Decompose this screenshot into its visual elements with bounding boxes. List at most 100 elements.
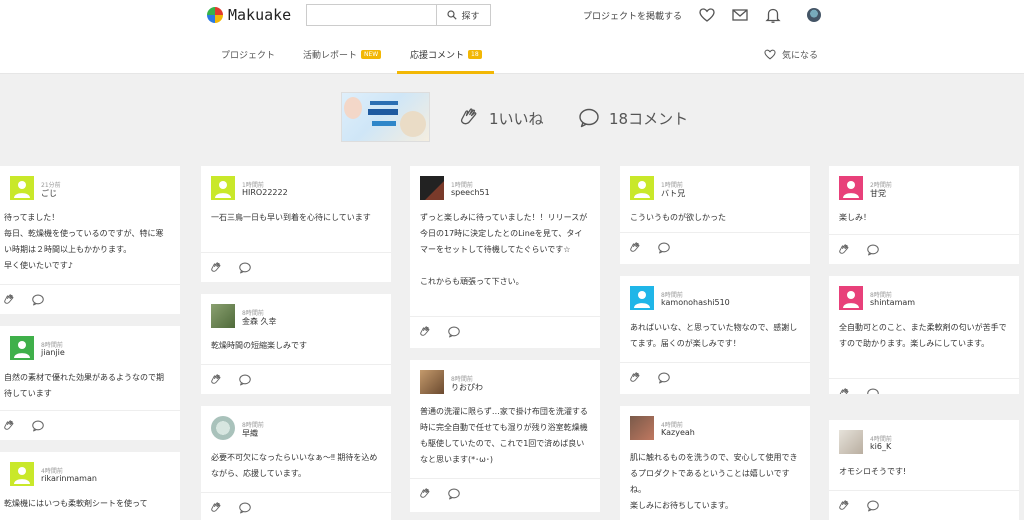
commenter-name[interactable]: ki6_K xyxy=(870,442,891,451)
comment-actions xyxy=(209,260,252,279)
comment-text: 肌に触れるものを洗うので、安心して使用できるプロダクトであるということは嬉しいで… xyxy=(630,453,798,510)
clap-icon[interactable] xyxy=(209,500,223,519)
comment-text: ずっと楽しみに待っていました！！リリースが今日の17時に決定したとのLineを見… xyxy=(420,213,588,286)
commenter-name[interactable]: HIRO22222 xyxy=(242,188,288,197)
commenter-name[interactable]: 金森 久幸 xyxy=(242,316,277,327)
card-divider xyxy=(201,364,391,365)
thumb-face-shape xyxy=(344,97,362,119)
commenter-avatar[interactable] xyxy=(630,176,654,200)
clap-icon[interactable] xyxy=(837,242,851,261)
reply-icon[interactable] xyxy=(238,260,252,279)
clap-icon[interactable] xyxy=(837,498,851,517)
commenter-avatar[interactable] xyxy=(839,286,863,310)
commenter-name[interactable]: バト兄 xyxy=(661,188,685,199)
post-project-link[interactable]: プロジェクトを掲載する xyxy=(583,9,682,22)
reply-icon[interactable] xyxy=(866,498,880,517)
comment-bubble-icon xyxy=(579,108,599,128)
reply-icon[interactable] xyxy=(657,370,671,389)
clap-icon[interactable] xyxy=(418,324,432,343)
like-count-label: 1いいね xyxy=(489,109,544,128)
comment-actions xyxy=(628,370,671,389)
mail-icon[interactable] xyxy=(731,6,749,24)
search-button[interactable]: 探す xyxy=(436,5,490,25)
commenter-name[interactable]: kamonohashi510 xyxy=(661,298,730,307)
reply-icon[interactable] xyxy=(31,292,45,311)
tab-activity-report[interactable]: 活動レポート NEW xyxy=(303,48,382,61)
search-icon xyxy=(447,10,458,20)
favorite-button[interactable]: 気になる xyxy=(763,48,818,61)
commenter-avatar[interactable] xyxy=(420,370,444,394)
heart-icon[interactable] xyxy=(698,6,716,24)
card-divider xyxy=(0,410,180,411)
reply-icon[interactable] xyxy=(447,324,461,343)
clap-icon[interactable] xyxy=(209,372,223,391)
user-avatar[interactable] xyxy=(807,8,821,22)
commenter-avatar[interactable] xyxy=(10,336,34,360)
logo-mark-icon xyxy=(207,7,223,23)
clap-icon[interactable] xyxy=(628,240,642,259)
clap-icon[interactable] xyxy=(628,370,642,389)
commenter-avatar[interactable] xyxy=(211,304,235,328)
bell-icon[interactable] xyxy=(764,6,782,24)
commenter-name[interactable]: 早織 xyxy=(242,428,258,439)
search-input[interactable] xyxy=(307,5,436,25)
clap-icon[interactable] xyxy=(418,486,432,505)
commenter-name[interactable]: speech51 xyxy=(451,188,490,197)
like-count[interactable]: 1いいね xyxy=(457,106,544,130)
comment-count-label: 18コメント xyxy=(609,109,689,128)
tab-label: 応援コメント xyxy=(410,51,465,61)
commenter-name[interactable]: りおぴわ xyxy=(451,382,483,393)
commenter-avatar[interactable] xyxy=(10,176,34,200)
clap-icon[interactable] xyxy=(2,418,16,437)
commenter-avatar[interactable] xyxy=(630,286,654,310)
user-silhouette-icon xyxy=(215,181,231,198)
reply-icon[interactable] xyxy=(238,500,252,519)
comment-card: 21分前 ごじ 待ってました！ 毎日、乾燥機を使っているのですが、特に寒い時期は２時… xyxy=(0,166,180,314)
reply-icon[interactable] xyxy=(657,240,671,259)
tab-project[interactable]: プロジェクト xyxy=(221,48,275,61)
comment-card: 8時間前 りおぴわ 普通の洗濯に限らず…家で掛け布団を洗濯する時に完全自動で任せても… xyxy=(410,360,600,512)
commenter-avatar[interactable] xyxy=(420,176,444,200)
commenter-name[interactable]: ごじ xyxy=(41,188,57,199)
comment-text: 必要不可欠になったらいいなぁ〜‼ 期待を込めながら、応援しています。 xyxy=(211,453,378,478)
commenter-name[interactable]: rikarinmaman xyxy=(41,474,97,483)
comment-text: こういうものが欲しかった xyxy=(630,213,726,222)
commenter-avatar[interactable] xyxy=(839,430,863,454)
comment-text: オモシロそうです! xyxy=(839,467,907,476)
makuake-logo[interactable]: Makuake xyxy=(207,6,291,24)
project-thumbnail[interactable] xyxy=(341,92,430,142)
commenter-avatar[interactable] xyxy=(630,416,654,440)
user-silhouette-icon xyxy=(634,291,650,308)
commenter-avatar[interactable] xyxy=(211,416,235,440)
comment-count[interactable]: 18コメント xyxy=(577,106,688,130)
tab-support-comments[interactable]: 応援コメント 18 xyxy=(410,48,482,61)
comment-text: 全自動可とのこと、また柔軟剤の匂いが苦手ですので助かります。楽しみにしています。 xyxy=(839,323,1007,348)
comment-text: 乾燥機にはいつも柔軟剤シートを使って xyxy=(4,499,148,508)
card-divider xyxy=(410,478,600,479)
comment-card: 4時間前 Kazyeah 肌に触れるものを洗うので、安心して使用できるプロダクトであ… xyxy=(620,406,810,520)
comment-actions xyxy=(628,240,671,259)
clap-hand-icon xyxy=(460,108,477,125)
thumb-ball-shape xyxy=(400,111,426,137)
commenter-name[interactable]: Kazyeah xyxy=(661,428,695,437)
reply-icon[interactable] xyxy=(31,418,45,437)
project-summary-strip: 1いいね 18コメント xyxy=(0,75,1024,161)
search-button-label: 探す xyxy=(461,11,480,22)
heart-icon xyxy=(764,49,776,60)
user-silhouette-icon xyxy=(634,181,650,198)
commenter-avatar[interactable] xyxy=(10,462,34,486)
clap-icon[interactable] xyxy=(2,292,16,311)
project-tabbar: プロジェクト 活動レポート NEW 応援コメント 18 気になる xyxy=(0,32,1024,74)
reply-icon[interactable] xyxy=(866,242,880,261)
commenter-avatar[interactable] xyxy=(211,176,235,200)
commenter-name[interactable]: jianjie xyxy=(41,348,65,357)
reply-icon[interactable] xyxy=(238,372,252,391)
commenter-name[interactable]: 甘党 xyxy=(870,188,886,199)
commenter-avatar[interactable] xyxy=(839,176,863,200)
clap-icon[interactable] xyxy=(209,260,223,279)
reply-icon[interactable] xyxy=(866,386,880,394)
reply-icon[interactable] xyxy=(447,486,461,505)
clap-icon[interactable] xyxy=(837,386,851,394)
commenter-name[interactable]: shintamam xyxy=(870,298,915,307)
comment-count-badge: 18 xyxy=(468,50,482,59)
